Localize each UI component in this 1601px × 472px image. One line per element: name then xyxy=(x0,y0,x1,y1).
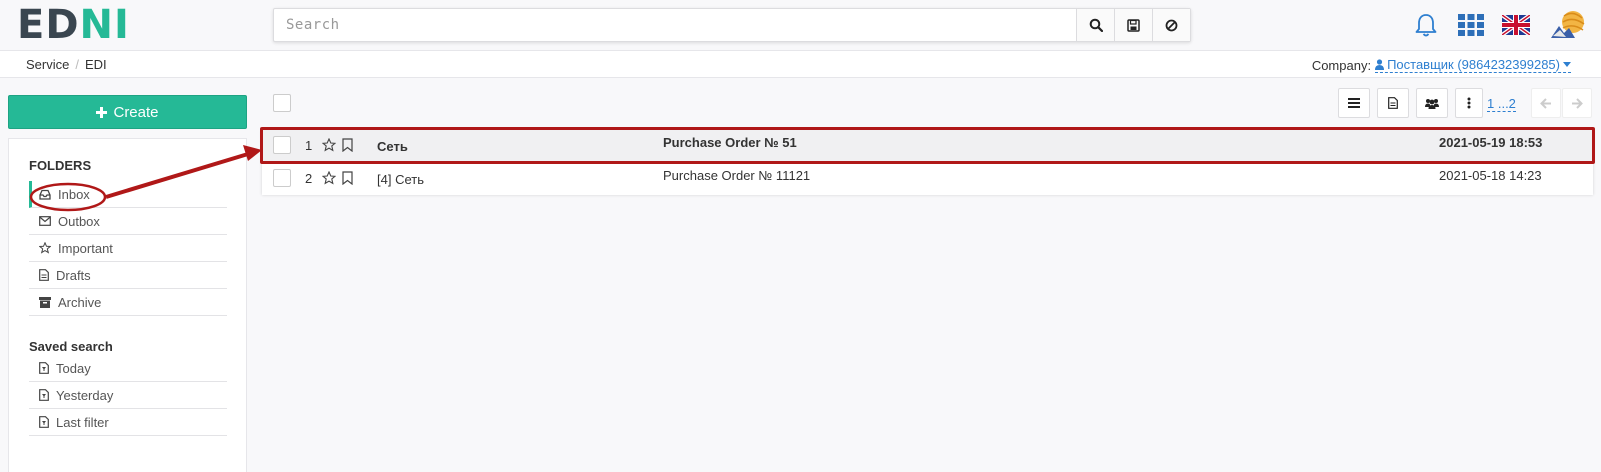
saved-search-label: Last filter xyxy=(56,414,109,430)
uk-flag-icon xyxy=(1502,15,1530,35)
search-input[interactable] xyxy=(274,9,1076,41)
sidebar: FOLDERS Inbox Outbox Important Drafts Ar… xyxy=(8,138,247,472)
breadcrumb-item-service[interactable]: Service xyxy=(26,57,69,72)
caret-down-icon xyxy=(1563,62,1571,67)
user-icon xyxy=(1375,59,1385,70)
edin-logo[interactable]: ED NI xyxy=(17,2,130,48)
saved-search-label: Yesterday xyxy=(56,387,114,403)
create-button[interactable]: Create xyxy=(8,95,247,129)
search-icon xyxy=(1089,18,1103,32)
saved-search-today[interactable]: Today xyxy=(29,355,227,382)
file-icon xyxy=(39,269,49,281)
sidebar-item-outbox[interactable]: Outbox xyxy=(29,208,227,235)
row-subject: Purchase Order № 51 xyxy=(663,135,797,150)
prev-arrow-icon xyxy=(1540,97,1551,109)
breadcrumb: Service / EDI xyxy=(26,57,107,72)
star-icon[interactable] xyxy=(322,138,336,152)
apps-button[interactable] xyxy=(1455,10,1487,40)
saved-search-yesterday[interactable]: Yesterday xyxy=(29,382,227,409)
document-view-button[interactable] xyxy=(1377,88,1409,118)
list-view-button[interactable] xyxy=(1338,88,1370,118)
list-icon xyxy=(1348,98,1360,108)
table-row[interactable]: 1 Сеть Purchase Order № 51 2021-05-19 18… xyxy=(262,130,1593,162)
plus-icon xyxy=(96,106,108,118)
save-search-button[interactable] xyxy=(1114,9,1152,41)
row-date: 2021-05-19 18:53 xyxy=(1439,135,1543,150)
saved-search-title: Saved search xyxy=(29,339,113,354)
logo-text-ni: NI xyxy=(79,2,130,48)
ban-icon xyxy=(1165,19,1178,31)
star-icon[interactable] xyxy=(322,171,336,185)
file-filter-icon xyxy=(39,416,49,428)
prev-page-button[interactable] xyxy=(1531,88,1561,118)
search-button[interactable] xyxy=(1076,9,1114,41)
logo-text-ed: ED xyxy=(17,2,80,48)
saved-search-label: Today xyxy=(56,360,91,376)
avatar-image xyxy=(1551,11,1585,38)
row-sender: [4] Сеть xyxy=(377,172,424,187)
inbox-icon xyxy=(39,189,51,200)
document-icon xyxy=(1388,97,1398,109)
bookmark-icon[interactable] xyxy=(342,171,353,185)
sidebar-item-archive[interactable]: Archive xyxy=(29,289,227,316)
apps-grid-icon xyxy=(1458,14,1484,36)
notifications-button[interactable] xyxy=(1410,10,1442,40)
file-filter-icon xyxy=(39,362,49,374)
row-subject: Purchase Order № 11121 xyxy=(663,168,811,183)
sidebar-item-drafts[interactable]: Drafts xyxy=(29,262,227,289)
message-list: 1 Сеть Purchase Order № 51 2021-05-19 18… xyxy=(262,130,1593,195)
pagination[interactable]: 1 ...2 xyxy=(1487,96,1516,112)
envelope-icon xyxy=(39,216,51,226)
sidebar-item-inbox[interactable]: Inbox xyxy=(29,181,227,208)
file-filter-icon xyxy=(39,389,49,401)
table-row[interactable]: 2 [4] Сеть Purchase Order № 11121 2021-0… xyxy=(262,163,1593,195)
bookmark-icon[interactable] xyxy=(342,138,353,152)
create-label: Create xyxy=(113,103,159,121)
select-all-checkbox[interactable] xyxy=(273,94,291,112)
sidebar-item-label: Important xyxy=(58,240,113,256)
next-arrow-icon xyxy=(1572,97,1583,109)
star-icon xyxy=(39,242,51,254)
company-selector: Company: Поставщик (9864232399285) xyxy=(1312,57,1571,73)
next-page-button[interactable] xyxy=(1562,88,1592,118)
sidebar-item-label: Drafts xyxy=(56,267,91,283)
row-sender: Сеть xyxy=(377,139,408,154)
breadcrumb-bar: Service / EDI Company: Поставщик (986423… xyxy=(0,51,1601,78)
company-dropdown[interactable]: Поставщик (9864232399285) xyxy=(1375,57,1571,73)
company-value: Поставщик (9864232399285) xyxy=(1387,57,1560,72)
sidebar-item-label: Archive xyxy=(58,294,102,310)
top-bar: ED NI xyxy=(0,0,1601,51)
company-label: Company: xyxy=(1311,57,1372,73)
breadcrumb-item-edi[interactable]: EDI xyxy=(85,57,107,72)
clear-search-button[interactable] xyxy=(1152,9,1190,41)
row-number: 1 xyxy=(305,138,313,153)
save-icon xyxy=(1127,18,1140,32)
row-checkbox[interactable] xyxy=(273,136,291,154)
users-icon xyxy=(1425,98,1439,109)
group-view-button[interactable] xyxy=(1416,88,1448,118)
row-checkbox[interactable] xyxy=(273,169,291,187)
breadcrumb-separator: / xyxy=(75,57,79,72)
saved-search-last-filter[interactable]: Last filter xyxy=(29,409,227,436)
language-button[interactable] xyxy=(1500,10,1532,40)
row-date: 2021-05-18 14:23 xyxy=(1439,168,1542,183)
avatar[interactable] xyxy=(1548,6,1588,44)
archive-icon xyxy=(39,296,51,308)
row-number: 2 xyxy=(305,171,313,186)
more-actions-button[interactable] xyxy=(1455,88,1483,118)
sidebar-item-label: Outbox xyxy=(58,213,100,229)
folders-title: FOLDERS xyxy=(29,158,92,173)
more-vertical-icon xyxy=(1467,97,1471,109)
bell-icon xyxy=(1415,14,1437,37)
sidebar-item-label: Inbox xyxy=(58,186,90,202)
sidebar-item-important[interactable]: Important xyxy=(29,235,227,262)
search-bar xyxy=(273,8,1191,42)
